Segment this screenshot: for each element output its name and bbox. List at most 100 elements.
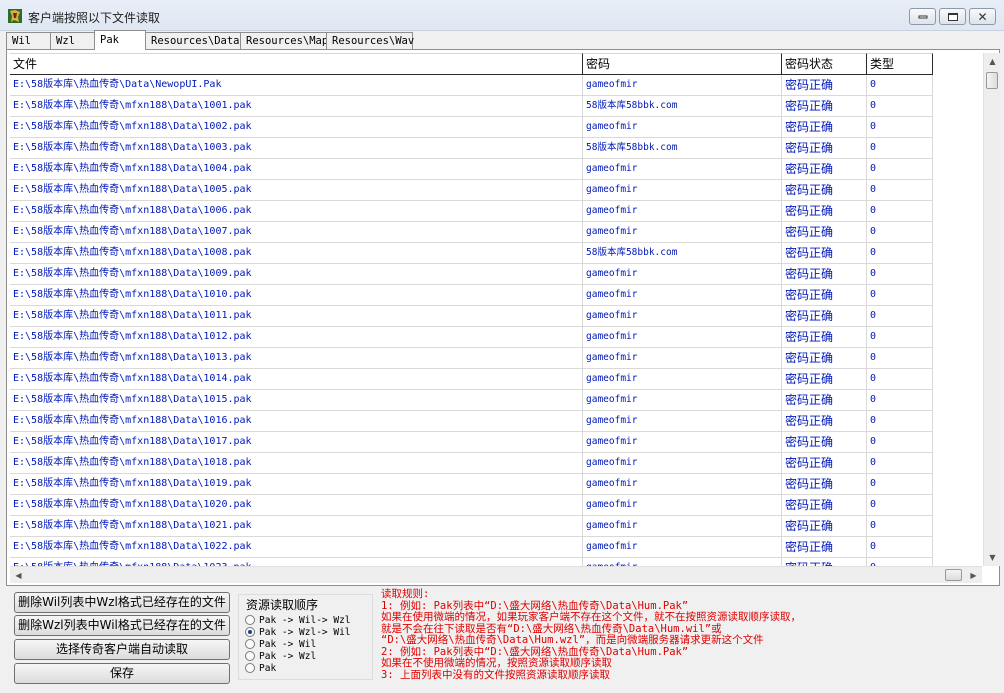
radio-button[interactable] xyxy=(245,627,255,637)
cell-type: 0 xyxy=(867,327,933,348)
radio-label: Pak -> Wzl xyxy=(259,650,317,662)
vertical-scroll-thumb[interactable] xyxy=(986,72,998,89)
radio-button[interactable] xyxy=(245,615,255,625)
table-row[interactable]: E:\58版本库\热血传奇\mfxn188\Data\1013.pak gameo… xyxy=(10,348,933,369)
table-row[interactable]: E:\58版本库\热血传奇\mfxn188\Data\1014.pak gameo… xyxy=(10,369,933,390)
tab-resources-map[interactable]: Resources\Map xyxy=(240,32,328,50)
scroll-down-icon[interactable]: ▼ xyxy=(984,549,1001,566)
cell-password: gameofmir xyxy=(583,453,782,474)
cell-password: gameofmir xyxy=(583,117,782,138)
radio-label: Pak -> Wil-> Wzl xyxy=(259,614,351,626)
cell-status: 密码正确 xyxy=(782,495,867,516)
cell-status: 密码正确 xyxy=(782,180,867,201)
cell-password: gameofmir xyxy=(583,537,782,558)
cell-password: gameofmir xyxy=(583,348,782,369)
maximize-button[interactable] xyxy=(939,8,966,25)
cell-password: gameofmir xyxy=(583,327,782,348)
tab-wil[interactable]: Wil xyxy=(6,32,51,50)
cell-type: 0 xyxy=(867,369,933,390)
scroll-right-icon[interactable]: ▶ xyxy=(965,567,982,584)
radio-button[interactable] xyxy=(245,639,255,649)
cell-type: 0 xyxy=(867,558,933,566)
table-row[interactable]: E:\58版本库\热血传奇\mfxn188\Data\1020.pak gameo… xyxy=(10,495,933,516)
cell-type: 0 xyxy=(867,537,933,558)
table-row[interactable]: E:\58版本库\热血传奇\mfxn188\Data\1015.pak gameo… xyxy=(10,390,933,411)
cell-file: E:\58版本库\热血传奇\mfxn188\Data\1020.pak xyxy=(10,495,583,516)
table-row[interactable]: E:\58版本库\热血传奇\mfxn188\Data\1019.pak gameo… xyxy=(10,474,933,495)
cell-password: 58版本库58bbk.com xyxy=(583,243,782,264)
scroll-up-icon[interactable]: ▲ xyxy=(984,53,1001,70)
table-row[interactable]: E:\58版本库\热血传奇\mfxn188\Data\1008.pak 58版本库… xyxy=(10,243,933,264)
file-list[interactable]: 文件 密码 密码状态 类型 E:\58版本库\热血传奇\Data\NewopUI… xyxy=(10,53,982,566)
read-order-option[interactable]: Pak -> Wzl-> Wil xyxy=(245,626,351,638)
delete-wzl-existing-button[interactable]: 删除Wzl列表中Wil格式已经存在的文件 xyxy=(14,615,230,636)
cell-file: E:\58版本库\热血传奇\mfxn188\Data\1022.pak xyxy=(10,537,583,558)
cell-file: E:\58版本库\热血传奇\mfxn188\Data\1016.pak xyxy=(10,411,583,432)
cell-file: E:\58版本库\热血传奇\mfxn188\Data\1007.pak xyxy=(10,222,583,243)
table-row[interactable]: E:\58版本库\热血传奇\mfxn188\Data\1006.pak gameo… xyxy=(10,201,933,222)
table-row[interactable]: E:\58版本库\热血传奇\mfxn188\Data\1018.pak gameo… xyxy=(10,453,933,474)
cell-password: gameofmir xyxy=(583,159,782,180)
cell-type: 0 xyxy=(867,390,933,411)
table-row[interactable]: E:\58版本库\热血传奇\mfxn188\Data\1007.pak gameo… xyxy=(10,222,933,243)
cell-status: 密码正确 xyxy=(782,348,867,369)
close-button[interactable]: ✕ xyxy=(969,8,996,25)
read-order-option[interactable]: Pak -> Wil xyxy=(245,638,316,650)
delete-wil-existing-button[interactable]: 删除Wil列表中Wzl格式已经存在的文件 xyxy=(14,592,230,613)
select-client-button[interactable]: 选择传奇客户端自动读取 xyxy=(14,639,230,660)
read-order-option[interactable]: Pak -> Wil-> Wzl xyxy=(245,614,351,626)
cell-file: E:\58版本库\热血传奇\mfxn188\Data\1017.pak xyxy=(10,432,583,453)
tab-pak[interactable]: Pak xyxy=(94,30,146,50)
table-row[interactable]: E:\58版本库\热血传奇\mfxn188\Data\1022.pak gameo… xyxy=(10,537,933,558)
tab-wzl[interactable]: Wzl xyxy=(50,32,95,50)
list-header: 文件 密码 密码状态 类型 xyxy=(10,53,982,75)
radio-button[interactable] xyxy=(245,663,255,673)
horizontal-scrollbar[interactable]: ◀ ▶ xyxy=(10,566,982,583)
cell-status: 密码正确 xyxy=(782,201,867,222)
cell-status: 密码正确 xyxy=(782,453,867,474)
column-header-type[interactable]: 类型 xyxy=(867,53,933,75)
column-header-file[interactable]: 文件 xyxy=(10,53,583,75)
cell-password: gameofmir xyxy=(583,516,782,537)
table-row[interactable]: E:\58版本库\热血传奇\mfxn188\Data\1009.pak gameo… xyxy=(10,264,933,285)
radio-button[interactable] xyxy=(245,651,255,661)
rule-line: 如果在不使用微端的情况，按照资源读取顺序读取 xyxy=(381,657,612,669)
cell-status: 密码正确 xyxy=(782,516,867,537)
table-row[interactable]: E:\58版本库\热血传奇\mfxn188\Data\1003.pak 58版本库… xyxy=(10,138,933,159)
cell-status: 密码正确 xyxy=(782,474,867,495)
read-order-option[interactable]: Pak -> Wzl xyxy=(245,650,316,662)
cell-file: E:\58版本库\热血传奇\mfxn188\Data\1011.pak xyxy=(10,306,583,327)
cell-type: 0 xyxy=(867,432,933,453)
app-logo-icon xyxy=(8,9,22,23)
table-row[interactable]: E:\58版本库\热血传奇\mfxn188\Data\1010.pak gameo… xyxy=(10,285,933,306)
tab-resources-data[interactable]: Resources\Data xyxy=(145,32,241,50)
table-row[interactable]: E:\58版本库\热血传奇\mfxn188\Data\1012.pak gameo… xyxy=(10,327,933,348)
table-row[interactable]: E:\58版本库\热血传奇\mfxn188\Data\1016.pak gameo… xyxy=(10,411,933,432)
cell-password: gameofmir xyxy=(583,201,782,222)
minimize-button[interactable] xyxy=(909,8,936,25)
scroll-left-icon[interactable]: ◀ xyxy=(10,567,27,584)
table-row[interactable]: E:\58版本库\热血传奇\mfxn188\Data\1005.pak gameo… xyxy=(10,180,933,201)
vertical-scrollbar[interactable]: ▲ ▼ xyxy=(983,53,1000,566)
cell-password: gameofmir xyxy=(583,495,782,516)
save-button[interactable]: 保存 xyxy=(14,663,230,684)
table-row[interactable]: E:\58版本库\热血传奇\mfxn188\Data\1011.pak gameo… xyxy=(10,306,933,327)
table-row[interactable]: E:\58版本库\热血传奇\mfxn188\Data\1017.pak gameo… xyxy=(10,432,933,453)
table-row[interactable]: E:\58版本库\热血传奇\mfxn188\Data\1001.pak 58版本库… xyxy=(10,96,933,117)
table-row[interactable]: E:\58版本库\热血传奇\mfxn188\Data\1021.pak gameo… xyxy=(10,516,933,537)
horizontal-scroll-thumb[interactable] xyxy=(945,569,962,581)
tab-resources-wav[interactable]: Resources\Wav xyxy=(326,32,414,50)
close-icon: ✕ xyxy=(977,9,988,24)
table-row[interactable]: E:\58版本库\热血传奇\mfxn188\Data\1004.pak gameo… xyxy=(10,159,933,180)
column-header-password[interactable]: 密码 xyxy=(583,53,782,75)
cell-password: gameofmir xyxy=(583,285,782,306)
column-header-status[interactable]: 密码状态 xyxy=(782,53,867,75)
cell-type: 0 xyxy=(867,453,933,474)
read-order-title: 资源读取顺序 xyxy=(245,596,320,613)
read-order-option[interactable]: Pak xyxy=(245,662,276,674)
rule-line: 如果在使用微端的情况，如果玩家客户端不存在这个文件，就不在按照资源读取顺序读取， xyxy=(381,611,801,623)
table-row[interactable]: E:\58版本库\热血传奇\mfxn188\Data\1002.pak gameo… xyxy=(10,117,933,138)
table-row[interactable]: E:\58版本库\热血传奇\Data\NewopUI.Pak gameofmir 密… xyxy=(10,75,933,96)
table-row[interactable]: E:\58版本库\热血传奇\mfxn188\Data\1023.pakgameo… xyxy=(10,558,933,566)
cell-type: 0 xyxy=(867,180,933,201)
